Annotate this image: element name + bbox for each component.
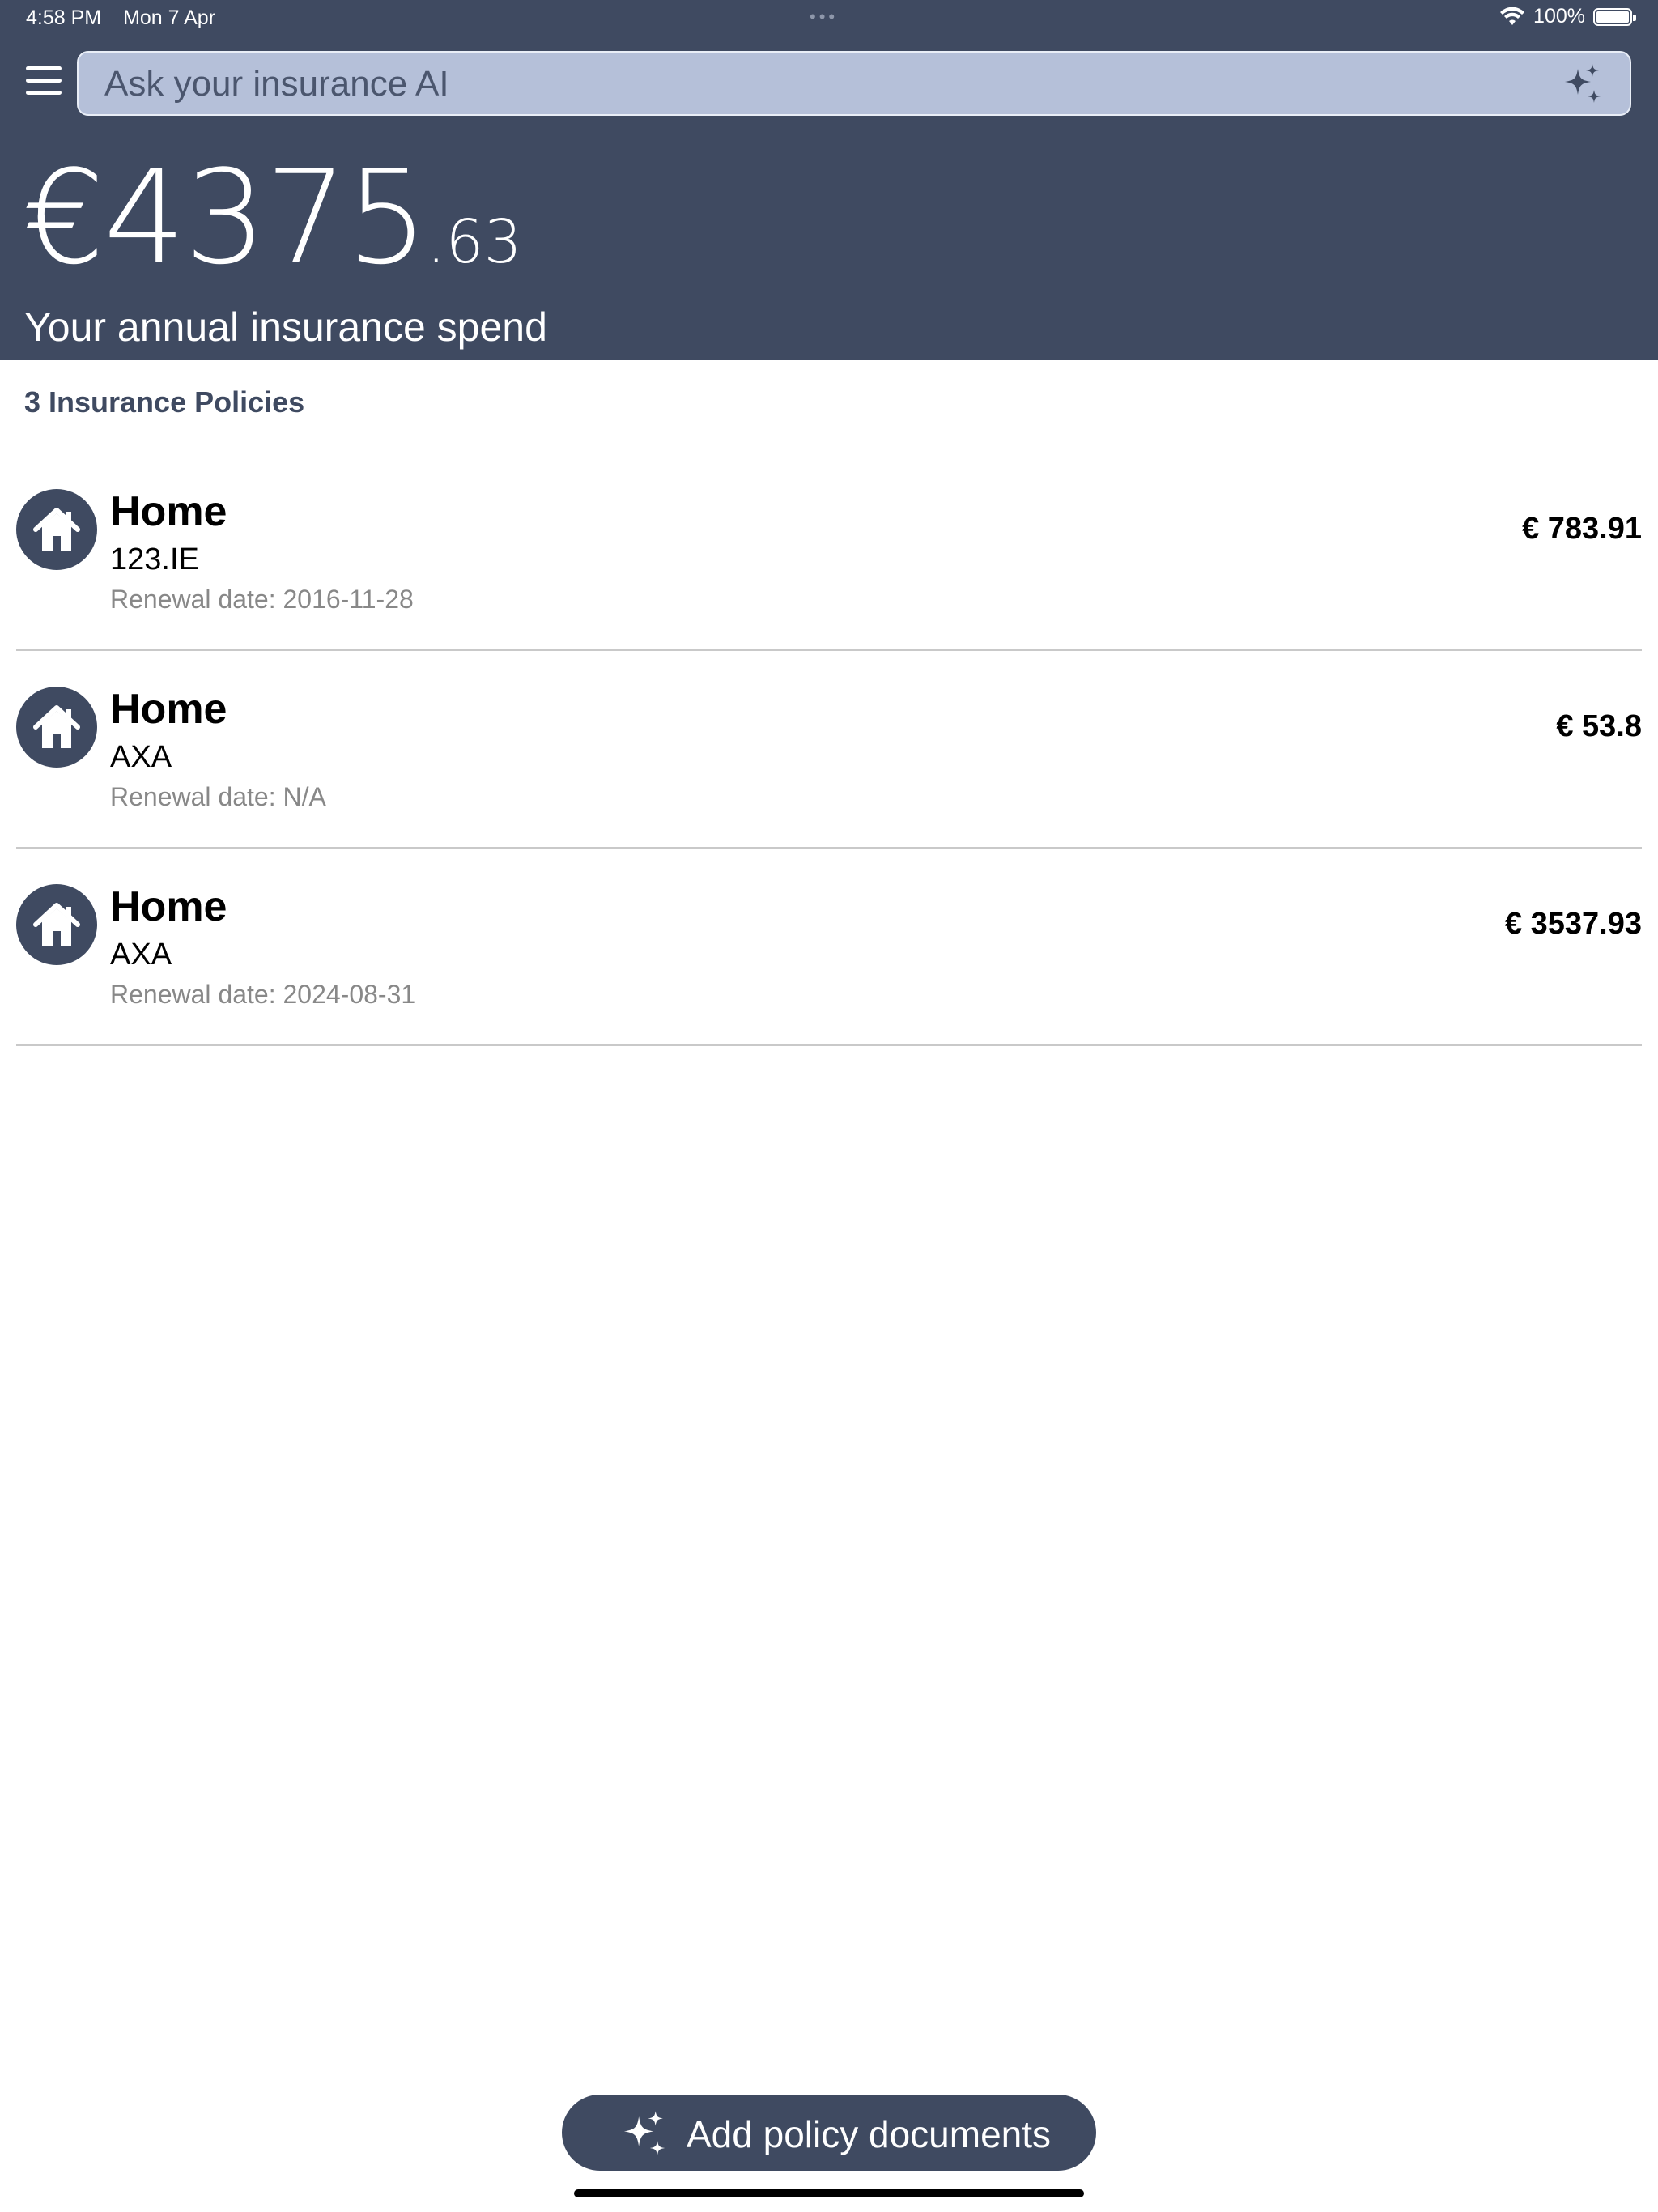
add-policy-documents-label: Add policy documents [687,2113,1052,2155]
policy-renewal-date: Renewal date: 2016-11-28 [110,585,414,614]
policy-row[interactable]: Home AXA Renewal date: 2024-08-31 € 3537… [16,849,1642,1046]
search-bar[interactable] [77,51,1631,116]
menu-button[interactable] [26,66,62,99]
wifi-icon [1500,6,1525,25]
policy-insurer: 123.IE [110,542,199,576]
policy-type: Home [110,883,227,930]
amount-main: €4375 [23,142,428,293]
hamburger-icon [26,66,62,95]
status-bar-right: 100% [1499,5,1636,28]
home-indicator[interactable] [574,2189,1084,2197]
add-policy-documents-button[interactable]: Add policy documents [562,2095,1096,2171]
policy-renewal-date: Renewal date: 2024-08-31 [110,980,416,1009]
policy-row[interactable]: Home AXA Renewal date: N/A € 53.8 [16,651,1642,849]
status-time: 4:58 PM [26,6,102,29]
home-icon [16,489,97,570]
home-icon [16,884,97,965]
policy-insurer: AXA [110,938,172,972]
battery-percent: 100% [1533,5,1585,28]
policy-type: Home [110,488,227,535]
policy-price: € 53.8 [1556,709,1642,743]
policies-count: 3 Insurance Policies [24,385,305,419]
policy-list: Home 123.IE Renewal date: 2016-11-28 € 7… [16,453,1642,1046]
status-bar-left: 4:58 PM Mon 7 Apr [26,6,232,30]
amount-decimal: .63 [426,207,522,277]
battery-icon [1593,7,1636,26]
multitasking-dots-icon[interactable]: ••• [810,6,838,28]
policy-type: Home [110,686,227,733]
home-icon [16,687,97,768]
search-input[interactable] [103,53,1547,116]
policy-price: € 783.91 [1522,512,1642,546]
header: 4:58 PM Mon 7 Apr ••• 100% €4375.63 Your… [0,0,1658,360]
annual-spend-label: Your annual insurance spend [24,304,547,350]
policy-renewal-date: Renewal date: N/A [110,782,326,811]
policy-price: € 3537.93 [1504,907,1642,941]
annual-spend-amount: €4375.63 [23,142,522,293]
sparkle-icon[interactable] [1560,62,1605,108]
policy-insurer: AXA [110,740,172,774]
sparkle-icon [623,2111,665,2156]
policy-row[interactable]: Home 123.IE Renewal date: 2016-11-28 € 7… [16,453,1642,651]
status-date: Mon 7 Apr [123,6,216,29]
